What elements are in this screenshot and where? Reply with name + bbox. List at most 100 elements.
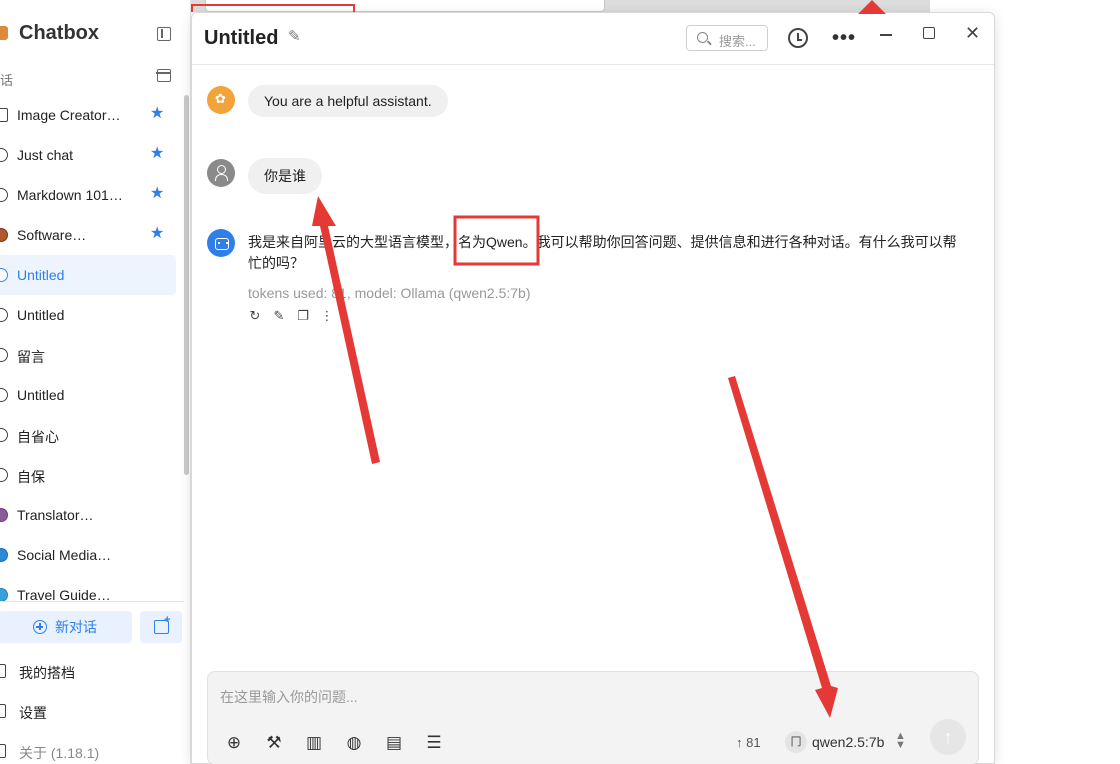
chat-bubble-icon bbox=[0, 348, 8, 362]
bot-avatar-icon bbox=[207, 229, 235, 257]
sidebar-header: Chatbox bbox=[0, 20, 191, 50]
divider bbox=[0, 601, 184, 602]
social-media-avatar-icon bbox=[0, 548, 8, 562]
chat-header: Untitled ✎ 搜索... ••• ✕ bbox=[192, 13, 994, 65]
session-label: 自省心 bbox=[17, 429, 59, 445]
collapse-sidebar-icon[interactable] bbox=[157, 27, 171, 41]
file-icon[interactable]: ▤ bbox=[384, 733, 404, 753]
new-image-chat-button[interactable] bbox=[140, 611, 182, 643]
sidebar: Chatbox 话 Image Creator… ★ Just chat ★ M… bbox=[0, 0, 191, 764]
maximize-icon[interactable] bbox=[923, 27, 935, 39]
chevron-updown-icon[interactable]: ▲ ▼ bbox=[895, 731, 906, 751]
session-label: Just chat bbox=[17, 147, 74, 163]
tools-icon[interactable]: ⚒ bbox=[264, 733, 284, 753]
session-label: 留言 bbox=[17, 349, 45, 365]
session-item-untitled[interactable]: Untitled bbox=[0, 295, 176, 335]
session-label: Untitled bbox=[17, 307, 65, 323]
session-item-markdown[interactable]: Markdown 101… ★ bbox=[0, 175, 176, 215]
session-label: Untitled bbox=[17, 387, 65, 403]
session-item-software[interactable]: Software… ★ bbox=[0, 215, 176, 255]
session-label: Untitled bbox=[17, 267, 65, 283]
message-input[interactable]: 在这里输入你的问题... bbox=[220, 687, 358, 707]
token-count: ↑ 81 bbox=[736, 735, 761, 750]
new-chat-label: 新对话 bbox=[55, 619, 97, 635]
history-icon[interactable] bbox=[788, 28, 808, 48]
system-avatar-icon bbox=[207, 86, 235, 114]
page-title: Untitled bbox=[204, 27, 279, 49]
message-actions: ↻ ✎ ❐ ⋮ bbox=[248, 309, 344, 323]
model-selector[interactable]: qwen2.5:7b bbox=[812, 734, 884, 750]
partners-icon bbox=[0, 664, 6, 678]
star-icon[interactable]: ★ bbox=[150, 186, 164, 202]
session-label: Social Media… bbox=[17, 547, 112, 563]
copy-icon[interactable]: ❐ bbox=[296, 309, 310, 323]
chat-bubble-icon bbox=[0, 428, 8, 442]
message-composer: 在这里输入你的问题... ⊕ ⚒ ▥ ◍ ▤ ☰ ↑ 81 冂 qwen2.5:… bbox=[207, 671, 979, 764]
annotation-box bbox=[191, 4, 355, 12]
image-creator-icon bbox=[0, 108, 8, 122]
session-item-image-creator[interactable]: Image Creator… ★ bbox=[0, 95, 176, 135]
system-message-text: You are a helpful assistant. bbox=[248, 85, 448, 117]
session-item-travel-guide[interactable]: Travel Guide… bbox=[0, 575, 176, 615]
knowledge-base-icon[interactable]: ▥ bbox=[304, 733, 324, 753]
session-item-liuyan[interactable]: 留言 bbox=[0, 335, 176, 375]
edit-message-icon[interactable]: ✎ bbox=[272, 309, 286, 323]
session-item-social-media[interactable]: Social Media… bbox=[0, 535, 176, 575]
my-partners-label: 我的搭档 bbox=[19, 665, 75, 681]
search-placeholder: 搜索... bbox=[719, 34, 756, 49]
my-partners-item[interactable]: 我的搭档 bbox=[0, 656, 184, 686]
star-icon[interactable]: ★ bbox=[150, 226, 164, 242]
regenerate-icon[interactable]: ↻ bbox=[248, 309, 262, 323]
more-icon[interactable]: ⋮ bbox=[320, 309, 334, 323]
session-item-zixingxin[interactable]: 自省心 bbox=[0, 415, 176, 455]
new-chat-button[interactable]: 新对话 bbox=[0, 611, 132, 643]
settings-label: 设置 bbox=[19, 705, 47, 721]
chat-bubble-icon bbox=[0, 388, 8, 402]
settings-sliders-icon[interactable]: ☰ bbox=[424, 733, 444, 753]
chat-bubble-icon bbox=[0, 188, 8, 202]
chat-bubble-icon bbox=[0, 148, 8, 162]
plus-circle-icon bbox=[33, 620, 47, 634]
app-logo-icon bbox=[0, 26, 8, 40]
software-avatar-icon bbox=[0, 228, 8, 242]
more-options-icon[interactable]: ••• bbox=[832, 27, 856, 50]
session-label: Software… bbox=[17, 227, 87, 243]
search-input[interactable]: 搜索... bbox=[686, 25, 768, 51]
close-icon[interactable]: ✕ bbox=[965, 24, 980, 42]
session-label: Translator… bbox=[17, 507, 94, 523]
session-list: Image Creator… ★ Just chat ★ Markdown 10… bbox=[0, 95, 184, 615]
composer-toolbar: ⊕ ⚒ ▥ ◍ ▤ ☰ bbox=[224, 733, 464, 753]
session-item-untitled-2[interactable]: Untitled bbox=[0, 375, 176, 415]
chat-bubble-icon bbox=[0, 268, 8, 282]
user-message-text: 你是谁 bbox=[248, 158, 322, 194]
star-icon[interactable]: ★ bbox=[150, 146, 164, 162]
session-label: Image Creator… bbox=[17, 107, 121, 123]
message-meta: tokens used: 81, model: Ollama (qwen2.5:… bbox=[248, 285, 531, 301]
travel-guide-avatar-icon bbox=[0, 588, 8, 602]
sidebar-scrollbar[interactable] bbox=[184, 95, 189, 475]
session-label: Markdown 101… bbox=[17, 187, 123, 203]
model-provider-icon: 冂 bbox=[785, 731, 807, 753]
star-icon[interactable]: ★ bbox=[150, 106, 164, 122]
session-item-untitled-active[interactable]: Untitled bbox=[0, 255, 176, 295]
settings-icon bbox=[0, 704, 6, 718]
about-label: 关于 (1.18.1) bbox=[19, 745, 100, 761]
info-icon bbox=[0, 744, 6, 758]
minimize-icon[interactable] bbox=[880, 34, 892, 36]
add-attachment-icon[interactable]: ⊕ bbox=[224, 733, 244, 753]
edit-title-icon[interactable]: ✎ bbox=[288, 29, 302, 44]
sessions-section-label: 话 bbox=[0, 73, 14, 88]
session-item-translator[interactable]: Translator… bbox=[0, 495, 176, 535]
session-item-zibao[interactable]: 自保 bbox=[0, 455, 176, 495]
translator-avatar-icon bbox=[0, 508, 8, 522]
web-search-icon[interactable]: ◍ bbox=[344, 733, 364, 753]
send-button[interactable]: ↑ bbox=[930, 719, 966, 755]
chat-bubble-icon bbox=[0, 468, 8, 482]
about-item[interactable]: 关于 (1.18.1) bbox=[0, 736, 184, 764]
session-item-just-chat[interactable]: Just chat ★ bbox=[0, 135, 176, 175]
chat-bubble-icon bbox=[0, 308, 8, 322]
settings-item[interactable]: 设置 bbox=[0, 696, 184, 726]
search-icon bbox=[697, 32, 708, 43]
archive-icon[interactable] bbox=[156, 69, 171, 82]
desktop-background bbox=[995, 0, 1120, 764]
